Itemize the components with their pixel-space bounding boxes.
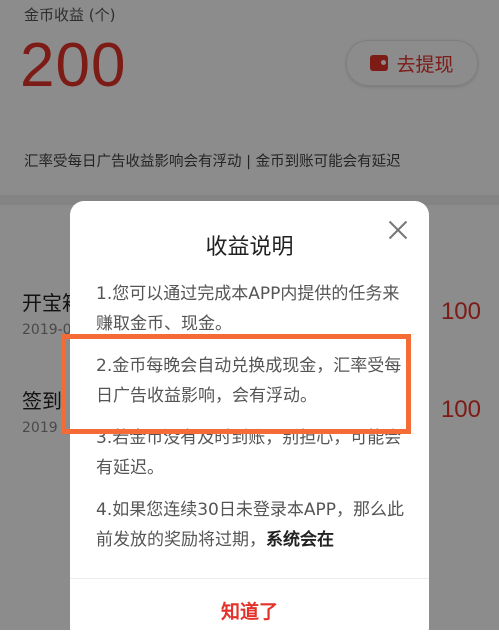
dialog-title: 收益说明 [205,235,294,260]
explanation-paragraph-1: 1.您可以通过完成本APP内提供的任务来赚取金币、现金。 [96,284,400,334]
paragraph-4-bold-text: 系统会在 [266,530,334,550]
highlight-box [61,334,411,434]
close-icon[interactable] [385,217,411,243]
paragraph-4-text: 4.如果您连续30日未登录本APP，那么此前发放的奖励将过期， [96,500,404,550]
explanation-paragraph-4: 4.如果您连续30日未登录本APP，那么此前发放的奖励将过期，系统会在 [96,495,407,555]
got-it-button[interactable]: 知道了 [221,597,278,624]
dialog-footer: 知道了 [70,578,429,641]
